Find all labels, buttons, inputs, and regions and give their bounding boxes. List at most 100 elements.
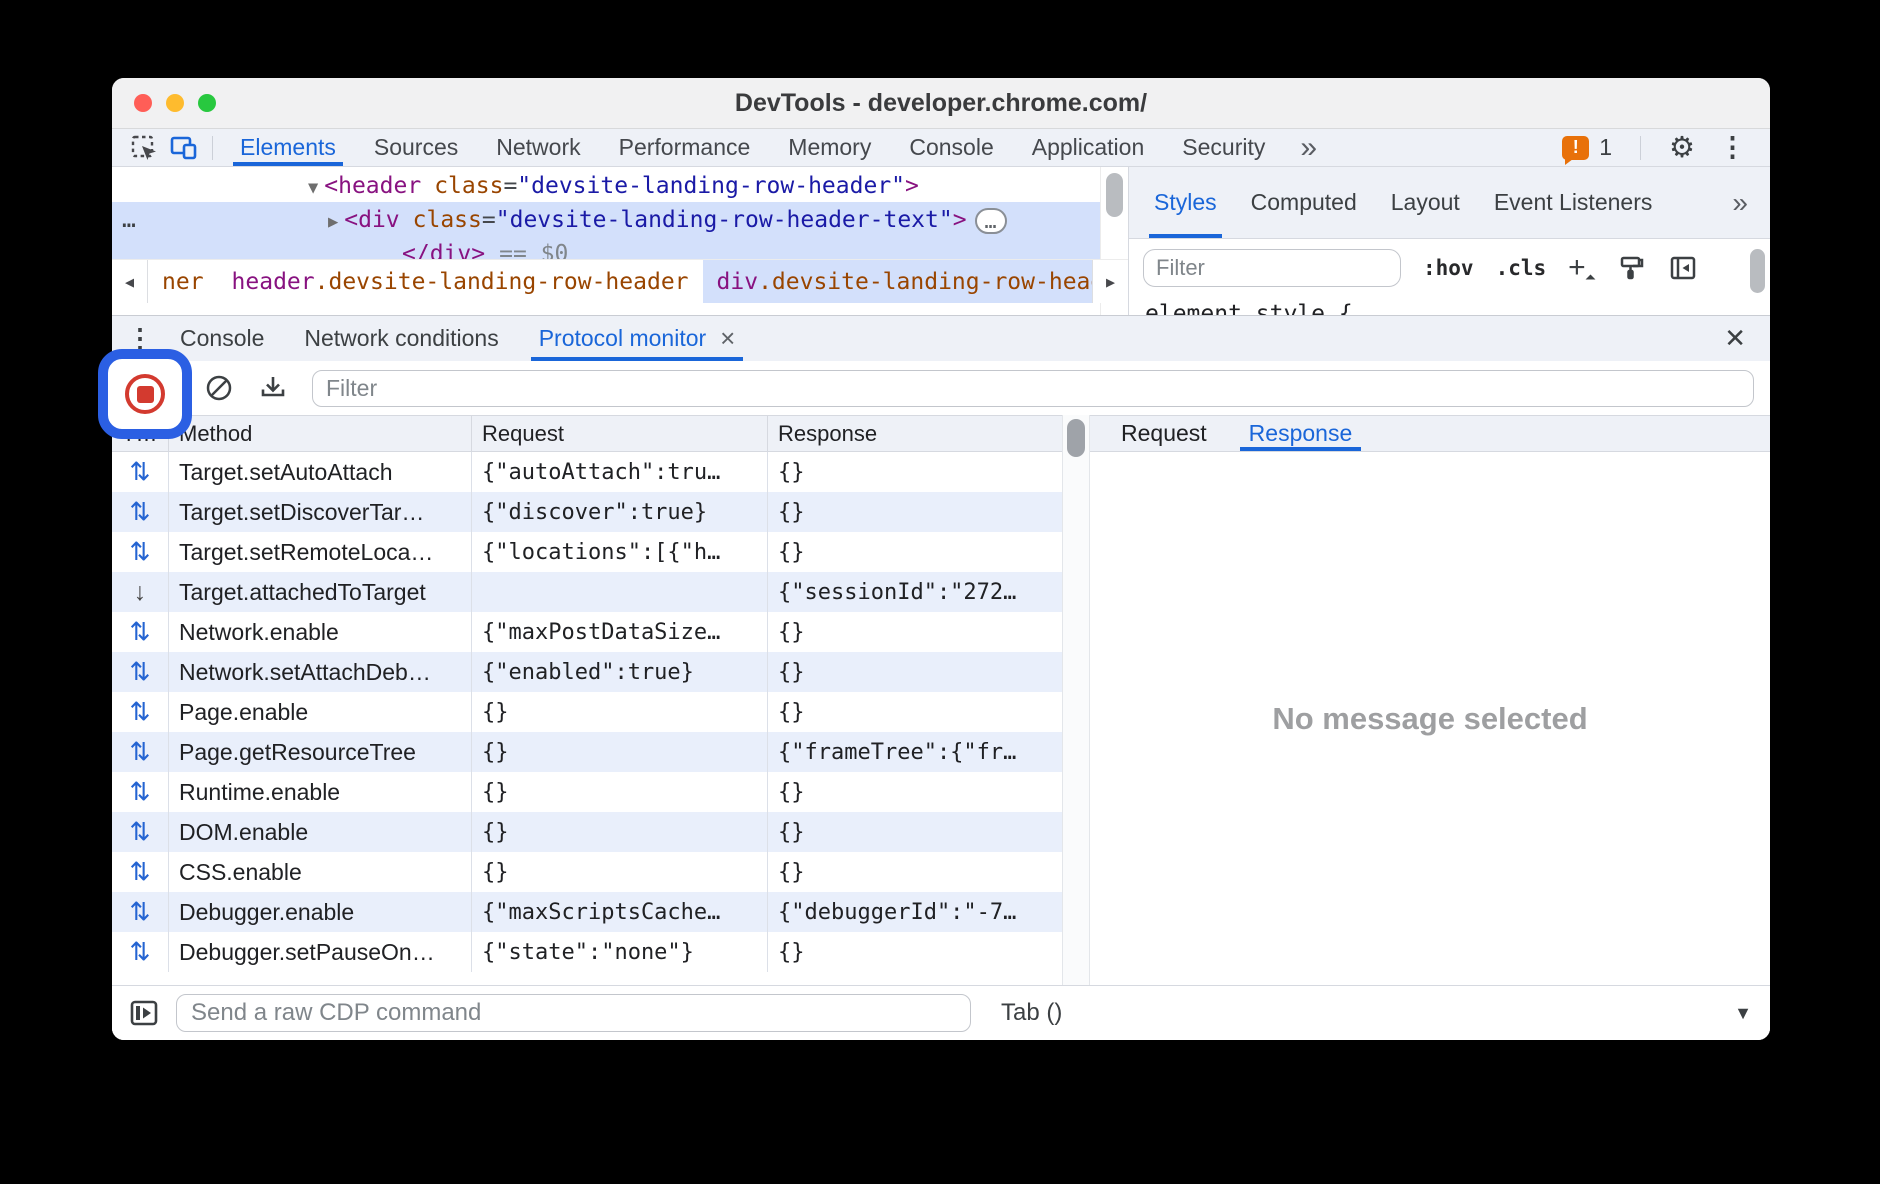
close-drawer-icon[interactable]: ✕ (1708, 323, 1762, 354)
elements-panel-row: ▼<headerclass="devsite-landing-row-heade… (112, 167, 1770, 315)
device-toolbar-icon[interactable] (164, 129, 204, 166)
node-options-dots[interactable]: … (122, 203, 138, 237)
panel-tab[interactable]: Elements (221, 129, 355, 166)
response-cell: {"sessionId":"272… (767, 572, 1062, 612)
issues-counter[interactable]: ! 1 (1562, 134, 1612, 161)
table-row[interactable]: ⇅ Network.setAttachDeb… {"enabled":true}… (112, 652, 1062, 692)
detail-tab[interactable]: Request (1100, 416, 1228, 451)
table-scrollbar-thumb[interactable] (1067, 419, 1085, 457)
table-row[interactable]: ↓ Target.attachedToTarget {"sessionId":"… (112, 572, 1062, 612)
drawer-tab[interactable]: Network conditions × (284, 316, 518, 361)
method-cell: Target.setAutoAttach (168, 452, 471, 492)
table-row[interactable]: ⇅ Page.enable {} {} (112, 692, 1062, 732)
table-row[interactable]: ⇅ Page.getResourceTree {} {"frameTree":{… (112, 732, 1062, 772)
dom-node-div-open[interactable]: … ▶<divclass="devsite-landing-row-header… (112, 203, 1100, 237)
panel-tab[interactable]: Network (477, 129, 599, 166)
table-row[interactable]: ⇅ Debugger.setPauseOn… {"state":"none"} … (112, 932, 1062, 972)
more-sidebar-tabs-icon[interactable]: » (1718, 167, 1762, 238)
dropdown-caret-icon: ▼ (1734, 1003, 1752, 1024)
table-row[interactable]: ⇅ CSS.enable {} {} (112, 852, 1062, 892)
table-row[interactable]: ⇅ Debugger.enable {"maxScriptsCache… {"d… (112, 892, 1062, 932)
method-cell: Network.setAttachDeb… (168, 652, 471, 692)
record-toggle-button[interactable] (125, 374, 165, 414)
more-panels-icon[interactable]: » (1292, 133, 1325, 163)
drawer-tab-strip: ⋮ Console × Network conditions × (112, 316, 1770, 361)
traffic-lights (134, 78, 216, 128)
close-tab-icon[interactable]: × (720, 323, 735, 354)
column-header-request[interactable]: Request (471, 416, 767, 451)
message-direction-icon: ⇅ (112, 452, 168, 492)
message-direction-icon: ⇅ (112, 892, 168, 932)
message-direction-icon: ⇅ (112, 532, 168, 572)
request-cell: {"autoAttach":tru… (471, 452, 767, 492)
detail-tab[interactable]: Response (1228, 416, 1374, 451)
styles-scrollbar-thumb[interactable] (1750, 249, 1765, 293)
method-cell: Network.enable (168, 612, 471, 652)
styles-sidebar-tab[interactable]: Layout (1374, 167, 1477, 238)
toolbar-divider (1640, 136, 1641, 160)
table-row[interactable]: ⇅ Network.enable {"maxPostDataSize… {} (112, 612, 1062, 652)
clear-all-icon[interactable] (204, 373, 234, 403)
panel-tab[interactable]: Security (1163, 129, 1284, 166)
styles-sidebar-tab[interactable]: Event Listeners (1477, 167, 1670, 238)
expand-triangle-icon[interactable]: ▼ (308, 178, 318, 198)
breadcrumb-scroll-right-icon[interactable]: ▶ (1092, 260, 1128, 303)
panel-tab[interactable]: Sources (355, 129, 477, 166)
table-rows: ⇅ Target.setAutoAttach {"autoAttach":tru… (112, 452, 1062, 985)
breadcrumb-scroll-left-icon[interactable]: ◀ (112, 260, 148, 303)
screenshot-root: DevTools - developer.chrome.com/ (0, 0, 1880, 1184)
table-row[interactable]: ⇅ Target.setAutoAttach {"autoAttach":tru… (112, 452, 1062, 492)
breadcrumb-items: ner header.devsite-landing-row-header di… (148, 260, 1092, 303)
issue-badge-icon: ! (1562, 136, 1589, 160)
zoom-window-button[interactable] (198, 94, 216, 112)
table-scrollbar[interactable] (1062, 415, 1090, 985)
rendering-emulation-icon[interactable] (1616, 253, 1646, 283)
table-row[interactable]: ⇅ DOM.enable {} {} (112, 812, 1062, 852)
panel-tab[interactable]: Memory (769, 129, 890, 166)
response-cell: {} (767, 492, 1062, 532)
response-cell: {} (767, 772, 1062, 812)
method-cell: Debugger.enable (168, 892, 471, 932)
target-selector-value: Tab () (1001, 999, 1062, 1027)
protocol-filter-input[interactable] (312, 370, 1754, 407)
settings-gear-icon[interactable]: ⚙ (1669, 130, 1695, 165)
drawer-tab[interactable]: Protocol monitor × (519, 316, 756, 361)
protocol-message-table: T… Method Request Response ⇅ Target.setA… (112, 415, 1062, 985)
styles-sidebar-tab[interactable]: Computed (1234, 167, 1374, 238)
table-row[interactable]: ⇅ Target.setDiscoverTar… {"discover":tru… (112, 492, 1062, 532)
toggle-hover-state-button[interactable]: :hov (1423, 256, 1474, 280)
styles-sidebar-tabs: Styles Computed Layout (1129, 167, 1770, 239)
breadcrumb-item[interactable]: header.devsite-landing-row-header (218, 260, 703, 303)
panel-tab[interactable]: Application (1013, 129, 1164, 166)
dom-breadcrumbs: ◀ ner header.devsite-landing-row-header (112, 259, 1128, 303)
toggle-class-button[interactable]: .cls (1496, 256, 1547, 280)
styles-filter-input[interactable] (1143, 249, 1401, 287)
inspect-element-icon[interactable] (124, 129, 164, 166)
dom-scrollbar-thumb[interactable] (1106, 173, 1123, 217)
toggle-command-editor-icon[interactable] (128, 997, 160, 1029)
save-download-icon[interactable] (258, 373, 288, 403)
table-row[interactable]: ⇅ Target.setRemoteLoca… {"locations":[{"… (112, 532, 1062, 572)
request-cell: {"enabled":true} (471, 652, 767, 692)
styles-sidebar-tab[interactable]: Styles (1137, 167, 1234, 238)
toggle-sidebar-icon[interactable] (1668, 253, 1698, 283)
expand-children-button[interactable]: … (975, 208, 1007, 234)
panel-tab[interactable]: Performance (600, 129, 770, 166)
collapse-triangle-icon[interactable]: ▶ (328, 212, 338, 232)
panel-tab[interactable]: Console (890, 129, 1012, 166)
cdp-command-input[interactable] (176, 994, 971, 1032)
minimize-window-button[interactable] (166, 94, 184, 112)
new-style-rule-button[interactable]: + (1568, 251, 1594, 285)
request-cell: {} (471, 732, 767, 772)
kebab-menu-icon[interactable]: ⋮ (1715, 132, 1750, 163)
column-header-response[interactable]: Response (767, 416, 1062, 451)
dom-node-header[interactable]: ▼<headerclass="devsite-landing-row-heade… (112, 170, 1128, 202)
target-selector-dropdown[interactable]: Tab () ▼ (987, 999, 1752, 1027)
breadcrumb-item[interactable]: div.devsite-landing-row-header-text (703, 260, 1092, 303)
breadcrumb-item[interactable]: ner (148, 260, 218, 303)
close-window-button[interactable] (134, 94, 152, 112)
response-cell: {"frameTree":{"fr… (767, 732, 1062, 772)
response-cell: {} (767, 852, 1062, 892)
column-header-method[interactable]: Method (168, 416, 471, 451)
table-row[interactable]: ⇅ Runtime.enable {} {} (112, 772, 1062, 812)
